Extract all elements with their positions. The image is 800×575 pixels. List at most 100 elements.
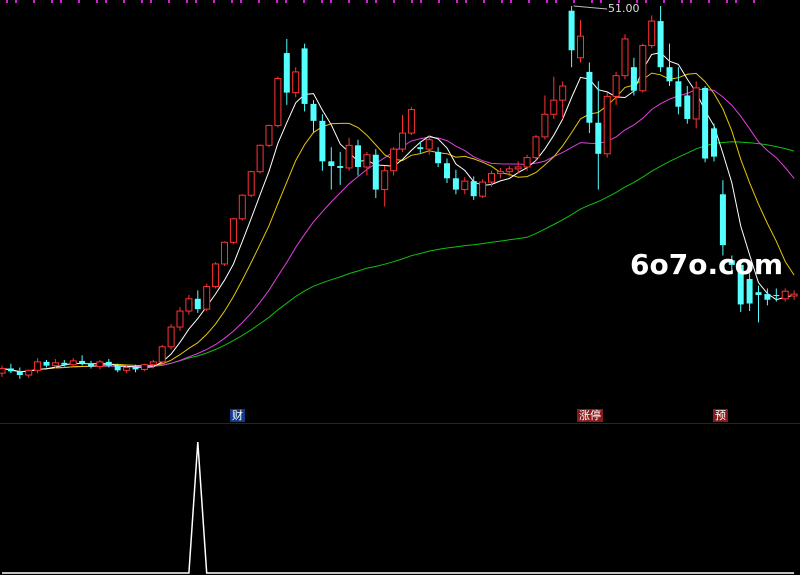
indicator-line — [2, 441, 795, 574]
high-leader — [573, 5, 608, 10]
top-mark — [420, 0, 422, 3]
forecast-tag[interactable]: 预 — [713, 409, 728, 422]
top-mark — [231, 0, 233, 3]
candle-body — [114, 365, 121, 371]
candle-body — [773, 295, 780, 297]
stock-chart — [0, 0, 800, 574]
limit-up-tag[interactable]: 涨停 — [577, 409, 603, 422]
candle-body — [781, 290, 789, 300]
candle-body — [532, 136, 540, 159]
candle-body — [328, 161, 335, 167]
candle-body — [34, 361, 42, 371]
candle-body — [692, 87, 700, 120]
top-mark — [546, 0, 548, 3]
candle-body — [381, 170, 389, 191]
candle-body — [176, 310, 184, 328]
top-mark — [213, 0, 215, 3]
top-mark — [726, 0, 728, 3]
candle-body — [274, 77, 282, 127]
top-mark — [411, 0, 413, 3]
top-mark — [438, 0, 440, 3]
candle-body — [586, 71, 593, 123]
top-mark — [141, 0, 143, 3]
candle-body — [444, 163, 450, 179]
candle-body — [550, 99, 558, 115]
top-mark — [681, 0, 683, 3]
candle-body — [488, 173, 495, 183]
candle-body — [238, 194, 246, 220]
candle-body — [310, 103, 317, 121]
top-mark — [456, 0, 458, 3]
candle-body — [461, 180, 469, 191]
candle-body — [247, 171, 255, 196]
candle-body — [16, 371, 23, 376]
candle-body — [51, 362, 59, 367]
candle-body — [425, 139, 433, 150]
top-mark — [348, 0, 350, 3]
ma10-line — [1, 72, 795, 373]
candle-body — [88, 363, 94, 367]
candle-body — [764, 294, 771, 300]
candle-body — [496, 171, 504, 175]
candle-body — [407, 109, 415, 134]
candle-body — [621, 38, 629, 77]
top-mark — [591, 0, 593, 3]
candle-body — [559, 85, 567, 101]
candle-body — [96, 361, 104, 368]
candle-body — [123, 367, 131, 371]
candle-body — [363, 154, 371, 168]
candle-body — [105, 361, 112, 366]
top-mark — [168, 0, 170, 3]
candle-body — [167, 326, 175, 348]
candle-body — [452, 178, 459, 190]
candle-body — [479, 181, 487, 197]
candle-body — [203, 286, 211, 310]
candle-body — [719, 194, 726, 246]
candle-body — [79, 360, 86, 364]
candle-body — [25, 369, 33, 376]
candle-body — [292, 71, 300, 94]
top-mark — [105, 0, 107, 3]
candle-body — [595, 122, 602, 154]
top-mark — [483, 0, 485, 3]
top-mark — [735, 0, 737, 3]
candle-body — [684, 95, 691, 119]
candle-body — [221, 241, 228, 265]
candle-body — [755, 292, 762, 296]
candle-body — [390, 148, 398, 172]
candle-body — [61, 362, 68, 365]
top-mark — [321, 0, 323, 3]
candle-body — [212, 263, 220, 288]
top-mark — [465, 0, 467, 3]
top-mark — [753, 0, 755, 3]
candle-body — [568, 10, 575, 51]
top-mark — [555, 0, 557, 3]
top-mark — [690, 0, 692, 3]
candle-body — [790, 293, 798, 297]
candle-body — [603, 95, 611, 155]
ma20-line — [1, 88, 795, 373]
candle-body — [541, 113, 549, 138]
candle-body — [648, 20, 656, 47]
candle-body — [140, 364, 148, 370]
candle-body — [399, 132, 406, 150]
top-mark — [375, 0, 377, 3]
top-mark — [60, 0, 62, 3]
top-mark — [663, 0, 665, 3]
candle-body — [702, 87, 709, 159]
top-mark — [96, 0, 98, 3]
top-mark — [285, 0, 287, 3]
candle-body — [149, 361, 157, 366]
candle-body — [612, 75, 620, 97]
top-mark — [258, 0, 260, 3]
candle-body — [265, 125, 273, 146]
top-mark — [123, 0, 125, 3]
top-mark — [150, 0, 152, 3]
top-mark — [276, 0, 278, 3]
candle-body — [675, 81, 682, 107]
candle-body — [345, 144, 353, 169]
high-price-label: 51.00 — [608, 2, 640, 15]
top-mark — [501, 0, 503, 3]
finance-report-tag[interactable]: 财 — [230, 409, 245, 422]
top-mark — [6, 0, 8, 3]
